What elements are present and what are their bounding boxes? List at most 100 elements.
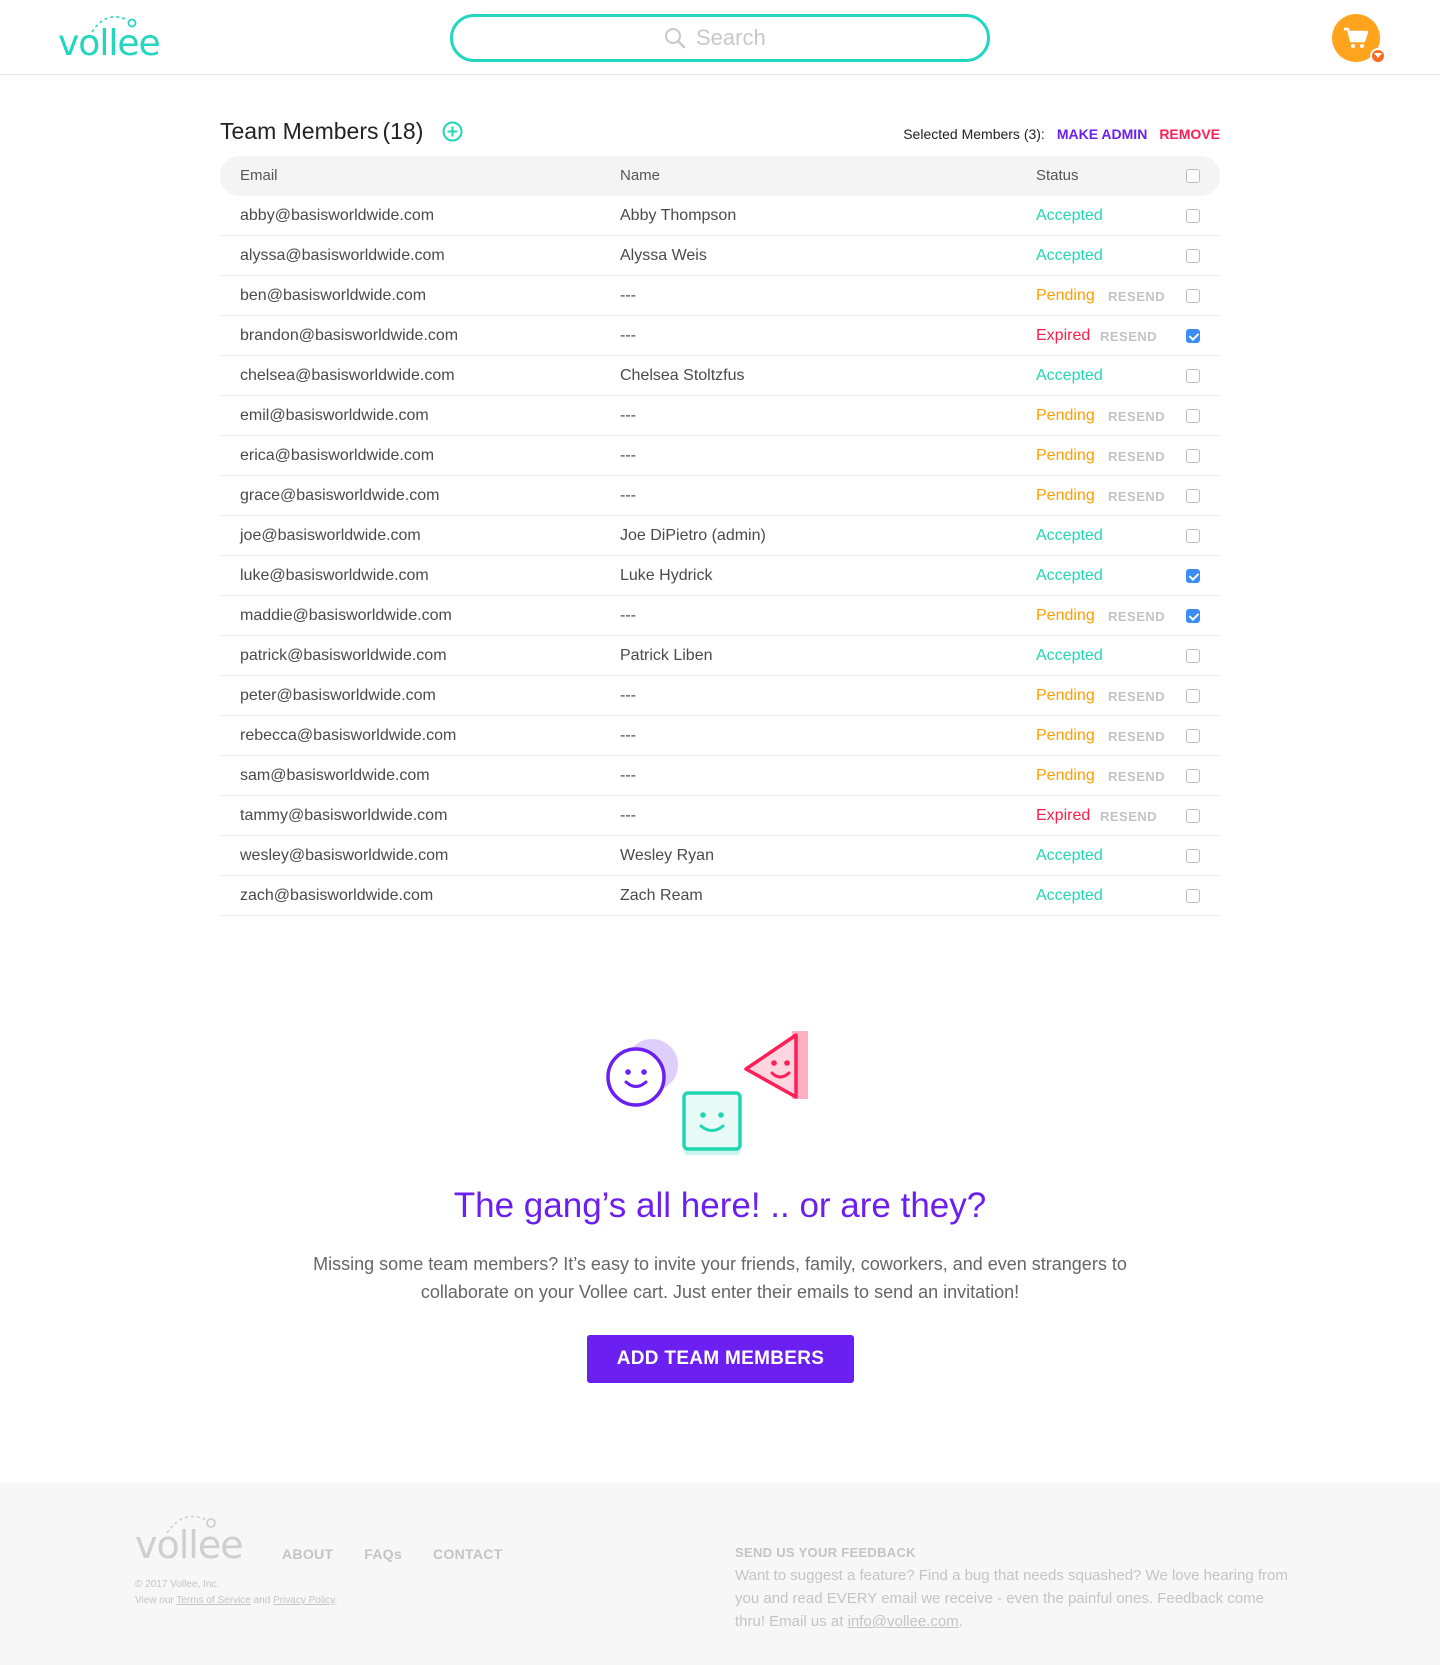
search-input[interactable]	[696, 25, 776, 51]
member-status: Pending	[1036, 607, 1095, 624]
member-name: Luke Hydrick	[620, 567, 713, 584]
member-status: Pending	[1036, 687, 1095, 704]
table-row: rebecca@basisworldwide.com --- Pending RESE…	[220, 716, 1220, 756]
member-status: Accepted	[1036, 887, 1103, 904]
top-header: vollee	[0, 0, 1440, 75]
member-status: Pending	[1036, 447, 1095, 464]
row-checkbox[interactable]	[1186, 849, 1200, 863]
row-checkbox[interactable]	[1186, 889, 1200, 903]
table-row: brandon@basisworldwide.com --- Expired RESE…	[220, 316, 1220, 356]
feedback-email-link[interactable]: info@vollee.com	[848, 1613, 959, 1630]
member-name: Joe DiPietro (admin)	[620, 527, 766, 544]
table-row: emil@basisworldwide.com --- Pending RESEND	[220, 396, 1220, 436]
table-row: joe@basisworldwide.com Joe DiPietro (admi…	[220, 516, 1220, 556]
footer-legal: © 2017 Vollee, Inc. View our Terms of Se…	[135, 1577, 337, 1609]
table-header: Email Name Status	[220, 156, 1220, 196]
footer-link-faqs[interactable]: FAQs	[364, 1546, 402, 1562]
table-row: alyssa@basisworldwide.com Alyssa Weis Acce…	[220, 236, 1220, 276]
table-row: patrick@basisworldwide.com Patrick Liben A…	[220, 636, 1220, 676]
terms-link[interactable]: Terms of Service	[176, 1595, 250, 1606]
member-status: Expired	[1036, 807, 1091, 824]
member-email: ben@basisworldwide.com	[240, 287, 427, 304]
row-checkbox[interactable]	[1186, 249, 1200, 263]
member-email: patrick@basisworldwide.com	[240, 647, 447, 664]
member-name: ---	[620, 447, 636, 464]
team-title: Team Members (18)	[220, 118, 423, 145]
cart-dropdown-badge[interactable]	[1370, 48, 1386, 64]
resend-button[interactable]: RESEND	[1108, 289, 1165, 304]
row-checkbox[interactable]	[1186, 409, 1200, 423]
column-status[interactable]: Status	[1036, 167, 1079, 184]
row-checkbox[interactable]	[1186, 729, 1200, 743]
resend-button[interactable]: RESEND	[1100, 809, 1157, 824]
footer-logo[interactable]: vollee	[135, 1511, 255, 1571]
row-checkbox[interactable]	[1186, 609, 1200, 623]
member-name: ---	[620, 807, 636, 824]
select-all-checkbox[interactable]	[1186, 169, 1200, 183]
row-checkbox[interactable]	[1186, 209, 1200, 223]
resend-button[interactable]: RESEND	[1108, 769, 1165, 784]
row-checkbox[interactable]	[1186, 369, 1200, 383]
row-checkbox[interactable]	[1186, 689, 1200, 703]
footer-link-contact[interactable]: CONTACT	[433, 1546, 503, 1562]
footer-link-about[interactable]: ABOUT	[282, 1546, 333, 1562]
selected-members-bar: Selected Members (3): MAKE ADMIN REMOVE	[903, 126, 1220, 142]
resend-button[interactable]: RESEND	[1108, 489, 1165, 504]
member-name: ---	[620, 687, 636, 704]
member-status: Accepted	[1036, 647, 1103, 664]
member-email: tammy@basisworldwide.com	[240, 807, 448, 824]
member-name: Zach Ream	[620, 887, 703, 904]
cart-button[interactable]	[1332, 14, 1386, 64]
member-status: Accepted	[1036, 247, 1103, 264]
member-status: Pending	[1036, 407, 1095, 424]
feedback-title: SEND US YOUR FEEDBACK	[735, 1545, 916, 1560]
row-checkbox[interactable]	[1186, 529, 1200, 543]
row-checkbox[interactable]	[1186, 809, 1200, 823]
member-email: sam@basisworldwide.com	[240, 767, 430, 784]
make-admin-button[interactable]: MAKE ADMIN	[1057, 126, 1147, 142]
copyright: © 2017 Vollee, Inc.	[135, 1579, 220, 1590]
member-name: Wesley Ryan	[620, 847, 714, 864]
chevron-down-icon	[1374, 53, 1382, 58]
member-name: ---	[620, 327, 636, 344]
member-email: chelsea@basisworldwide.com	[240, 367, 455, 384]
table-body: abby@basisworldwide.com Abby Thompson Acce…	[220, 196, 1220, 916]
resend-button[interactable]: RESEND	[1108, 729, 1165, 744]
member-email: erica@basisworldwide.com	[240, 447, 435, 464]
search-bar[interactable]	[450, 14, 990, 62]
table-row: grace@basisworldwide.com --- Pending RESEND	[220, 476, 1220, 516]
row-checkbox[interactable]	[1186, 329, 1200, 343]
table-row: erica@basisworldwide.com --- Pending RESEND	[220, 436, 1220, 476]
remove-button[interactable]: REMOVE	[1159, 126, 1220, 142]
column-email[interactable]: Email	[240, 167, 278, 184]
member-name: Patrick Liben	[620, 647, 713, 664]
row-checkbox[interactable]	[1186, 449, 1200, 463]
add-team-members-button[interactable]: ADD TEAM MEMBERS	[587, 1335, 854, 1383]
resend-button[interactable]: RESEND	[1108, 609, 1165, 624]
footer-nav: ABOUT FAQs CONTACT	[282, 1546, 503, 1562]
member-name: ---	[620, 767, 636, 784]
feedback-end: .	[958, 1613, 963, 1630]
member-email: peter@basisworldwide.com	[240, 687, 436, 704]
resend-button[interactable]: RESEND	[1108, 689, 1165, 704]
logo-text: vollee	[58, 23, 161, 64]
row-checkbox[interactable]	[1186, 769, 1200, 783]
row-checkbox[interactable]	[1186, 649, 1200, 663]
privacy-link[interactable]: Privacy Policy	[273, 1595, 335, 1606]
member-status: Accepted	[1036, 527, 1103, 544]
column-name[interactable]: Name	[620, 167, 660, 184]
table-row: luke@basisworldwide.com Luke Hydrick Accep…	[220, 556, 1220, 596]
row-checkbox[interactable]	[1186, 489, 1200, 503]
table-row: sam@basisworldwide.com --- Pending RESEND	[220, 756, 1220, 796]
member-email: wesley@basisworldwide.com	[240, 847, 449, 864]
row-checkbox[interactable]	[1186, 289, 1200, 303]
resend-button[interactable]: RESEND	[1100, 329, 1157, 344]
vollee-logo[interactable]: vollee	[58, 12, 178, 64]
footer-feedback: SEND US YOUR FEEDBACK Want to suggest a …	[735, 1545, 1295, 1633]
resend-button[interactable]: RESEND	[1108, 409, 1165, 424]
add-circle-icon[interactable]	[442, 121, 463, 142]
member-status: Accepted	[1036, 207, 1103, 224]
table-row: tammy@basisworldwide.com --- Expired RESEND	[220, 796, 1220, 836]
row-checkbox[interactable]	[1186, 569, 1200, 583]
resend-button[interactable]: RESEND	[1108, 449, 1165, 464]
